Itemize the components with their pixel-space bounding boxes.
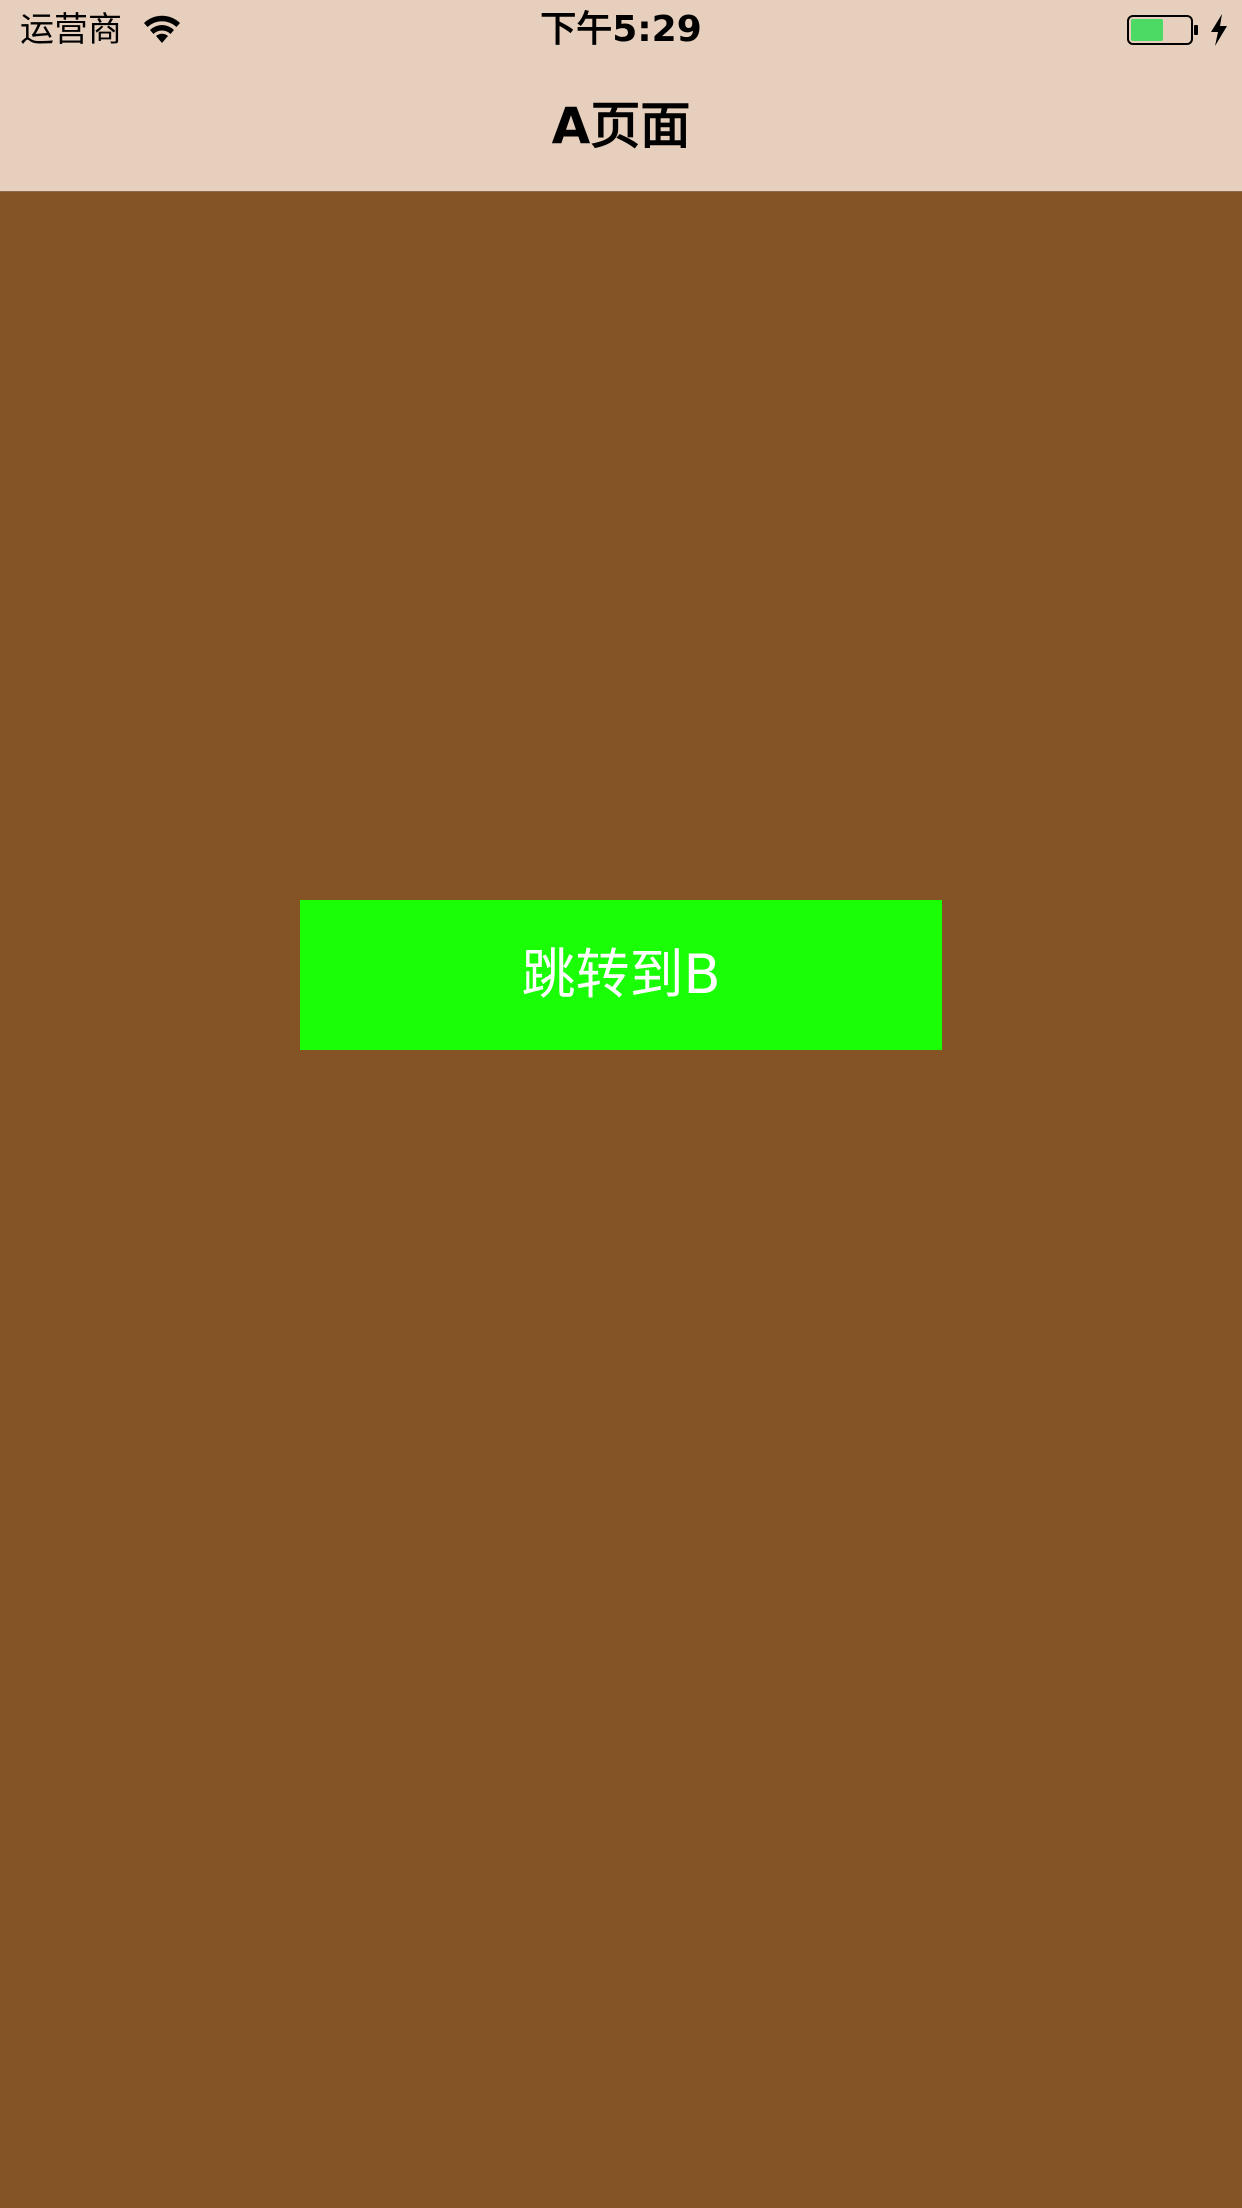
status-time: 下午5:29 bbox=[540, 9, 702, 50]
battery-icon bbox=[1127, 15, 1199, 45]
page-title: A页面 bbox=[551, 97, 691, 155]
screen: 运营商 下午5:29 A页面 跳转到B bbox=[0, 0, 1242, 2208]
charging-bolt-icon bbox=[1208, 13, 1230, 47]
navigation-bar: A页面 bbox=[0, 60, 1242, 191]
status-bar: 运营商 下午5:29 bbox=[0, 0, 1242, 60]
top-bar: 运营商 下午5:29 A页面 bbox=[0, 0, 1242, 192]
jump-to-b-button[interactable]: 跳转到B bbox=[300, 900, 942, 1050]
